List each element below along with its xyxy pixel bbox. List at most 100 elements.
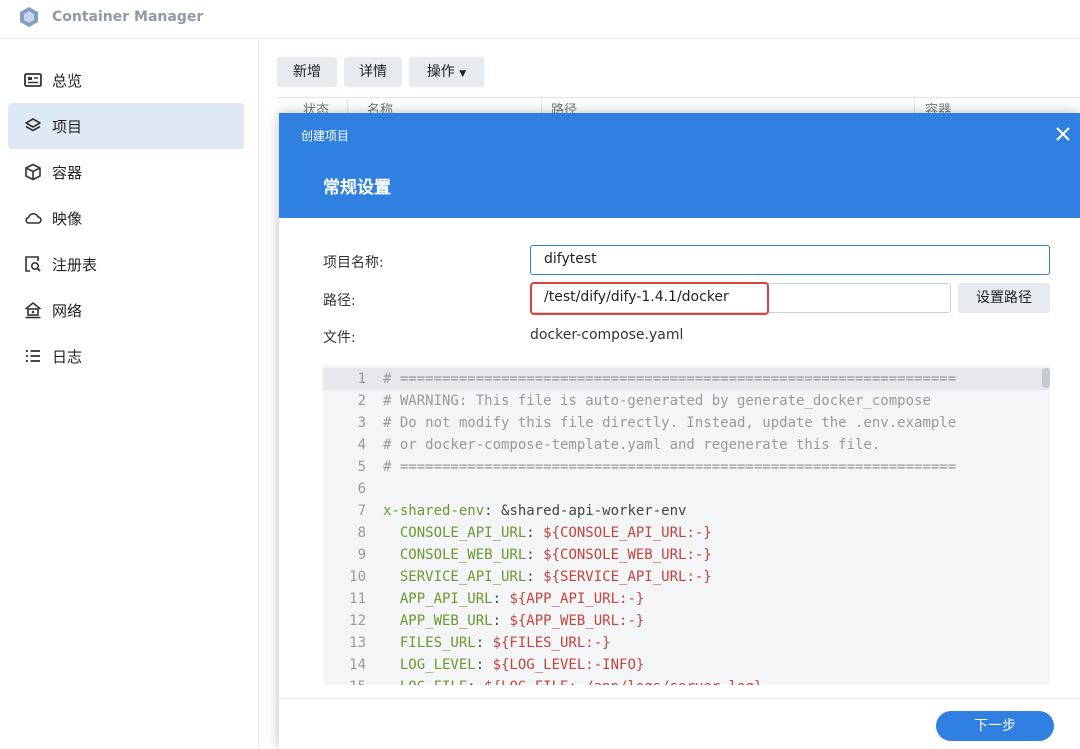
code-line: 9 CONSOLE_WEB_URL: ${CONSOLE_WEB_URL:-} <box>323 544 1050 566</box>
code-text: SERVICE_API_URL: ${SERVICE_API_URL:-} <box>383 566 712 588</box>
add-button[interactable]: 新增 <box>277 57 337 87</box>
code-token: ${FILES_URL:-} <box>492 635 611 651</box>
code-token: : <box>475 657 493 673</box>
sidebar-item-overview[interactable]: 总览 <box>8 57 244 103</box>
code-token: # Do not modify this file directly. Inst… <box>383 415 957 431</box>
dialog-title: 创建项目 <box>301 129 350 143</box>
code-token: : <box>526 569 544 585</box>
code-text: # WARNING: This file is auto-generated b… <box>383 390 931 412</box>
sidebar-item-label: 注册表 <box>52 256 98 274</box>
code-token: ${CONSOLE_WEB_URL:-} <box>543 547 712 563</box>
line-number: 4 <box>357 437 366 453</box>
line-number: 6 <box>357 481 366 497</box>
code-token: FILES_URL <box>383 635 476 651</box>
code-token: ${LOG_LEVEL:-INFO} <box>492 657 645 673</box>
sidebar-item-registry[interactable]: 注册表 <box>8 241 244 287</box>
code-token: CONSOLE_WEB_URL <box>383 547 527 563</box>
code-line: 3 # Do not modify this file directly. Ins… <box>323 412 1050 434</box>
sidebar-item-label: 总览 <box>52 72 83 90</box>
sidebar-item-label: 网络 <box>52 302 83 320</box>
code-line: 11 APP_API_URL: ${APP_API_URL:-} <box>323 588 1050 610</box>
line-number: 11 <box>349 591 366 607</box>
sidebar-item-project[interactable]: 项目 <box>8 103 244 149</box>
code-token: ${APP_API_URL:-} <box>509 591 645 607</box>
sidebar-item-label: 日志 <box>52 348 83 366</box>
code-line: 12 APP_WEB_URL: ${APP_WEB_URL:-} <box>323 610 1050 632</box>
caret-down-icon: ▼ <box>459 69 467 79</box>
code-line: 14 LOG_LEVEL: ${LOG_LEVEL:-INFO} <box>323 654 1050 676</box>
code-line: 10 SERVICE_API_URL: ${SERVICE_API_URL:-} <box>323 566 1050 588</box>
sidebar: 总览 项目 容器 映像 注册表 网络 日志 <box>0 39 259 748</box>
list-icon <box>26 350 40 362</box>
actions-label: 操作 <box>426 64 455 80</box>
code-token: # ======================================… <box>383 371 957 387</box>
sidebar-item-label: 项目 <box>52 118 83 136</box>
code-text: # Do not modify this file directly. Inst… <box>383 412 956 434</box>
code-token: ${SERVICE_API_URL:-} <box>543 569 712 585</box>
set-path-button[interactable]: 设置路径 <box>958 283 1050 313</box>
code-line: 8 CONSOLE_API_URL: ${CONSOLE_API_URL:-} <box>323 522 1050 544</box>
code-token: : <box>526 525 544 541</box>
sidebar-item-label: 映像 <box>52 210 83 228</box>
code-token: : <box>467 679 484 685</box>
details-button[interactable]: 详情 <box>344 57 402 87</box>
code-token: # ======================================… <box>383 459 957 475</box>
code-line: 1 # =====================================… <box>323 368 1050 390</box>
code-token: : <box>492 613 510 629</box>
create-project-dialog: 创建项目 常规设置 项目名称: difytest 路径: /test/dify/… <box>279 113 1080 749</box>
code-token: LOG_FILE <box>383 679 467 685</box>
line-number: 7 <box>357 503 366 519</box>
actions-dropdown-button[interactable]: 操作 ▼ <box>409 57 484 87</box>
sidebar-item-container[interactable]: 容器 <box>8 149 244 195</box>
cube-icon <box>25 163 41 181</box>
code-token: ${CONSOLE_API_URL:-} <box>543 525 712 541</box>
next-button[interactable]: 下一步 <box>936 711 1054 741</box>
dialog-header: 创建项目 常规设置 <box>279 113 1080 218</box>
line-number: 9 <box>357 547 366 563</box>
code-token: : <box>492 591 510 607</box>
code-editor[interactable]: 1 # =====================================… <box>323 365 1050 685</box>
path-label: 路径: <box>323 293 356 309</box>
code-text: # ======================================… <box>383 368 956 390</box>
project-name-label: 项目名称: <box>323 255 384 271</box>
code-token: : <box>475 635 493 651</box>
code-line: 4 # or docker-compose-template.yaml and r… <box>323 434 1050 456</box>
code-line: 6 <box>323 478 1050 500</box>
project-name-input[interactable]: difytest <box>530 245 1050 275</box>
code-text: CONSOLE_WEB_URL: ${CONSOLE_WEB_URL:-} <box>383 544 712 566</box>
code-token: LOG_LEVEL <box>383 657 476 673</box>
code-token: : <box>526 547 544 563</box>
line-number: 14 <box>349 657 366 673</box>
code-text: LOG_LEVEL: ${LOG_LEVEL:-INFO} <box>383 654 644 676</box>
code-text: APP_WEB_URL: ${APP_WEB_URL:-} <box>383 610 644 632</box>
code-token: x-shared-env <box>383 503 485 519</box>
code-text: x-shared-env: &shared-api-worker-env <box>383 500 686 522</box>
code-line: 7 x-shared-env: &shared-api-worker-env <box>323 500 1050 522</box>
section-title: 常规设置 <box>323 178 391 198</box>
code-token: APP_API_URL <box>383 591 493 607</box>
close-icon[interactable] <box>1054 125 1072 143</box>
cloud-icon <box>25 213 42 224</box>
sidebar-item-label: 容器 <box>52 164 83 182</box>
code-token: : &shared-api-worker-env <box>484 503 687 519</box>
file-label: 文件: <box>323 330 356 346</box>
line-number: 5 <box>357 459 366 475</box>
registry-search-icon <box>25 256 41 272</box>
overview-card-icon <box>24 73 42 87</box>
sidebar-item-log[interactable]: 日志 <box>8 333 244 379</box>
title-bar: Container Manager <box>0 0 1080 39</box>
code-line: 13 FILES_URL: ${FILES_URL:-} <box>323 632 1050 654</box>
code-text: # ======================================… <box>383 456 956 478</box>
line-number: 13 <box>349 635 366 651</box>
code-token: SERVICE_API_URL <box>383 569 527 585</box>
sidebar-item-image[interactable]: 映像 <box>8 195 244 241</box>
code-token: CONSOLE_API_URL <box>383 525 527 541</box>
code-text: LOG_FILE: ${LOG_FILE:-/app/logs/server.l… <box>383 676 762 685</box>
app-title: Container Manager <box>52 9 204 25</box>
project-name-value: difytest <box>544 251 597 267</box>
sidebar-item-network[interactable]: 网络 <box>8 287 244 333</box>
code-text: CONSOLE_API_URL: ${CONSOLE_API_URL:-} <box>383 522 712 544</box>
code-line: 5 # =====================================… <box>323 456 1050 478</box>
network-house-icon <box>25 302 41 319</box>
code-text: # or docker-compose-template.yaml and re… <box>383 434 880 456</box>
